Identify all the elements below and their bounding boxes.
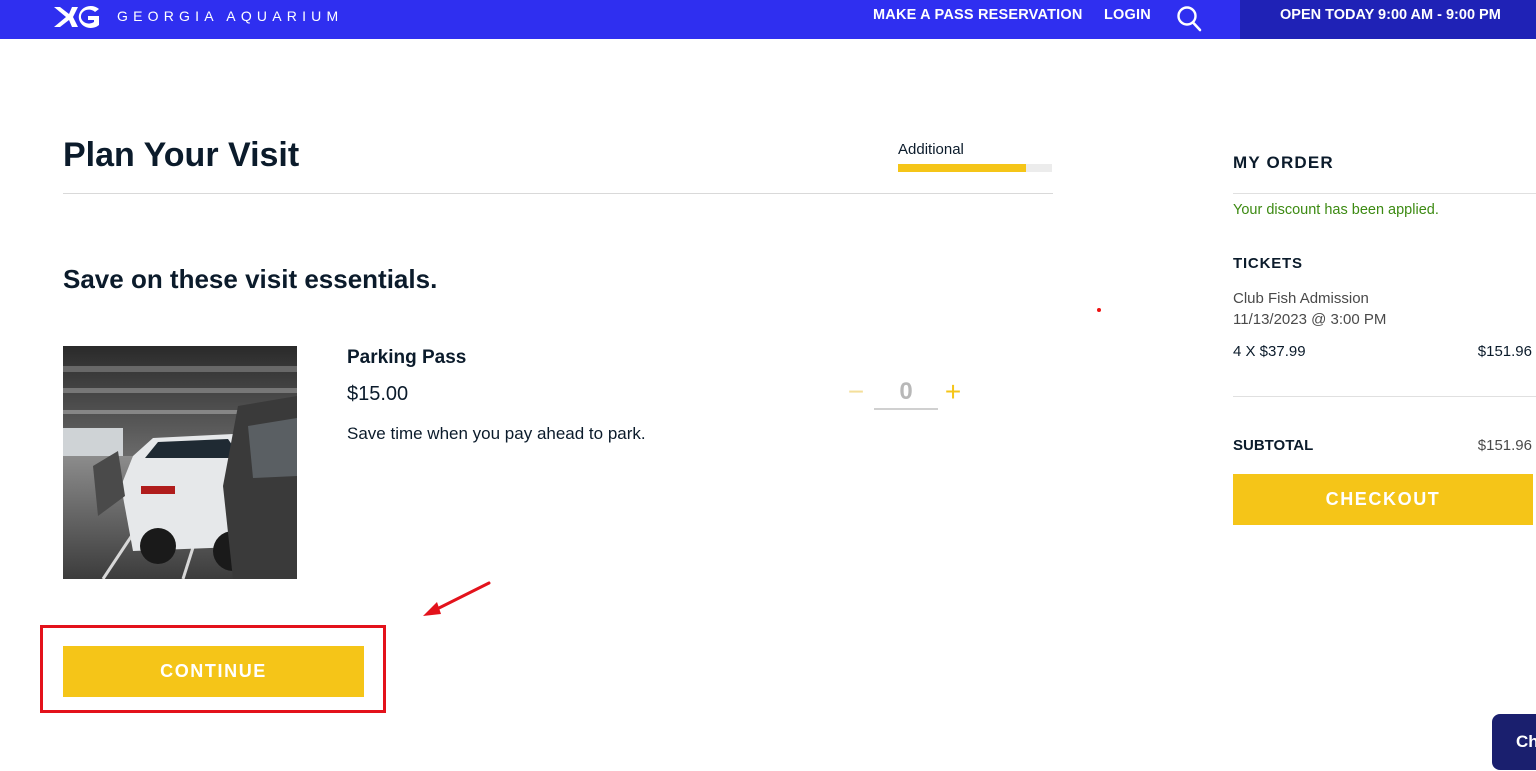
tickets-heading: TICKETS — [1233, 255, 1303, 272]
my-order-heading: MY ORDER — [1233, 153, 1334, 172]
chat-button[interactable]: Ch — [1492, 714, 1536, 770]
brand-name: GEORGIA AQUARIUM — [117, 8, 344, 24]
quantity-decrease-button[interactable]: − — [844, 376, 868, 408]
product-name: Parking Pass — [347, 347, 467, 368]
annotation-arrow-icon — [423, 581, 491, 616]
parking-pass-image — [63, 346, 297, 579]
top-nav-bar: GEORGIA AQUARIUM MAKE A PASS RESERVATION… — [0, 0, 1536, 39]
discount-message: Your discount has been applied. — [1233, 202, 1439, 218]
chat-button-label: Ch — [1516, 732, 1536, 751]
order-divider — [1233, 193, 1536, 194]
section-heading: Save on these visit essentials. — [63, 264, 438, 294]
product-price: $15.00 — [347, 383, 409, 405]
ticket-name: Club Fish Admission — [1233, 290, 1369, 307]
login-link[interactable]: LOGIN — [1104, 7, 1151, 23]
quantity-increase-button[interactable]: + — [940, 376, 966, 408]
progress-step-label: Additional — [898, 141, 964, 158]
annotation-dot — [1097, 308, 1101, 312]
progress-bar — [898, 164, 1052, 172]
georgia-aquarium-logo[interactable] — [52, 3, 102, 31]
checkout-button[interactable]: CHECKOUT — [1233, 474, 1533, 525]
product-description: Save time when you pay ahead to park. — [347, 424, 646, 443]
title-divider — [63, 193, 1053, 194]
continue-button[interactable]: CONTINUE — [63, 646, 364, 697]
quantity-input[interactable]: 0 — [874, 376, 938, 410]
make-pass-reservation-link[interactable]: MAKE A PASS RESERVATION — [873, 7, 1083, 23]
progress-bar-fill — [898, 164, 1026, 172]
subtotal-value: $151.96 — [1477, 437, 1532, 454]
order-divider — [1233, 396, 1536, 397]
ticket-quantity-price: 4 X $37.99 — [1233, 343, 1306, 360]
page-title: Plan Your Visit — [63, 136, 300, 174]
hours-text: OPEN TODAY 9:00 AM - 9:00 PM — [1280, 7, 1501, 23]
ticket-datetime: 11/13/2023 @ 3:00 PM — [1233, 311, 1387, 328]
search-icon[interactable] — [1176, 4, 1202, 32]
hours-panel: OPEN TODAY 9:00 AM - 9:00 PM — [1240, 0, 1536, 39]
subtotal-label: SUBTOTAL — [1233, 437, 1314, 454]
ticket-total: $151.96 — [1477, 343, 1532, 360]
